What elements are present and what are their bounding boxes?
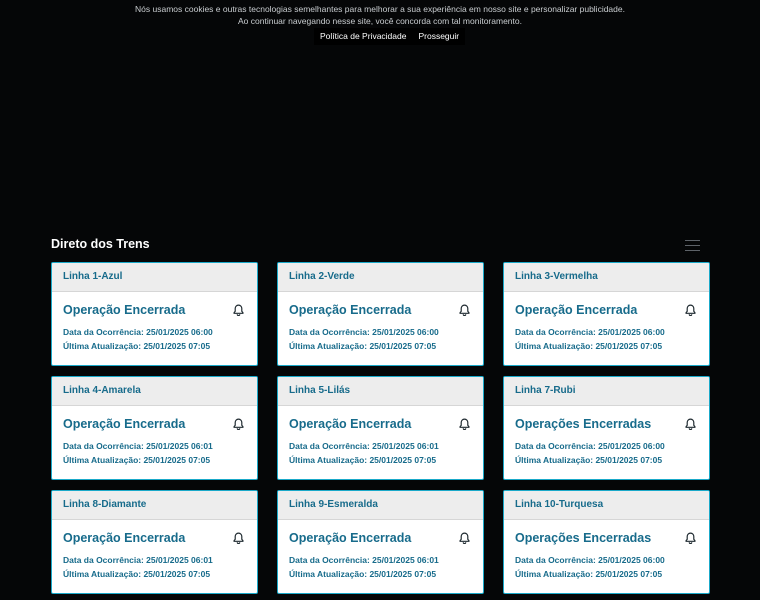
bell-icon[interactable] <box>233 418 244 430</box>
cookie-notice-text-continued: Ao continuar navegando nesse site, você … <box>238 16 522 26</box>
cookie-actions: Política de Privacidade Prosseguir <box>314 28 466 45</box>
line-card[interactable]: Linha 7-Rubi Operações Encerradas Data d… <box>503 376 710 480</box>
hamburger-menu-icon[interactable] <box>685 239 700 251</box>
bell-icon[interactable] <box>685 418 696 430</box>
cookie-notice-text: Nós usamos cookies e outras tecnologias … <box>135 4 625 14</box>
line-card[interactable]: Linha 3-Vermelha Operação Encerrada Data… <box>503 262 710 366</box>
occurrence-date: Data da Ocorrência: 25/01/2025 06:01 <box>289 555 439 565</box>
line-name: Linha 7-Rubi <box>504 377 709 406</box>
occurrence-date: Data da Ocorrência: 25/01/2025 06:00 <box>63 327 213 337</box>
last-update: Última Atualização: 25/01/2025 07:05 <box>63 341 211 351</box>
last-update: Última Atualização: 25/01/2025 07:05 <box>515 569 663 579</box>
bell-icon[interactable] <box>233 532 244 544</box>
privacy-policy-link[interactable]: Política de Privacidade <box>314 28 412 45</box>
train-lines-grid: Linha 1-Azul Operação Encerrada Data da … <box>51 262 710 594</box>
line-status: Operação Encerrada <box>63 531 186 545</box>
proceed-button[interactable]: Prosseguir <box>412 28 465 45</box>
line-name: Linha 5-Lilás <box>278 377 483 406</box>
line-status: Operações Encerradas <box>515 417 652 431</box>
line-status: Operação Encerrada <box>63 303 186 317</box>
occurrence-date: Data da Ocorrência: 25/01/2025 06:01 <box>289 441 439 451</box>
bell-icon[interactable] <box>459 304 470 316</box>
line-name: Linha 9-Esmeralda <box>278 491 483 520</box>
line-name: Linha 10-Turquesa <box>504 491 709 520</box>
line-name: Linha 4-Amarela <box>52 377 257 406</box>
line-status: Operação Encerrada <box>289 303 412 317</box>
last-update: Última Atualização: 25/01/2025 07:05 <box>515 341 663 351</box>
last-update: Última Atualização: 25/01/2025 07:05 <box>289 569 437 579</box>
last-update: Última Atualização: 25/01/2025 07:05 <box>289 341 437 351</box>
line-status: Operação Encerrada <box>289 531 412 545</box>
line-card[interactable]: Linha 8-Diamante Operação Encerrada Data… <box>51 490 258 594</box>
page-title: Direto dos Trens <box>51 237 150 251</box>
cookie-banner: Nós usamos cookies e outras tecnologias … <box>0 0 760 48</box>
line-card[interactable]: Linha 5-Lilás Operação Encerrada Data da… <box>277 376 484 480</box>
bell-icon[interactable] <box>459 532 470 544</box>
bell-icon[interactable] <box>685 532 696 544</box>
line-name: Linha 1-Azul <box>52 263 257 292</box>
line-card[interactable]: Linha 9-Esmeralda Operação Encerrada Dat… <box>277 490 484 594</box>
line-card[interactable]: Linha 4-Amarela Operação Encerrada Data … <box>51 376 258 480</box>
line-card[interactable]: Linha 2-Verde Operação Encerrada Data da… <box>277 262 484 366</box>
occurrence-date: Data da Ocorrência: 25/01/2025 06:01 <box>63 441 213 451</box>
bell-icon[interactable] <box>459 418 470 430</box>
occurrence-date: Data da Ocorrência: 25/01/2025 06:01 <box>63 555 213 565</box>
line-card[interactable]: Linha 1-Azul Operação Encerrada Data da … <box>51 262 258 366</box>
last-update: Última Atualização: 25/01/2025 07:05 <box>515 455 663 465</box>
last-update: Última Atualização: 25/01/2025 07:05 <box>289 455 437 465</box>
bell-icon[interactable] <box>685 304 696 316</box>
occurrence-date: Data da Ocorrência: 25/01/2025 06:00 <box>289 327 439 337</box>
line-name: Linha 8-Diamante <box>52 491 257 520</box>
last-update: Última Atualização: 25/01/2025 07:05 <box>63 569 211 579</box>
last-update: Última Atualização: 25/01/2025 07:05 <box>63 455 211 465</box>
bell-icon[interactable] <box>233 304 244 316</box>
line-name: Linha 2-Verde <box>278 263 483 292</box>
line-name: Linha 3-Vermelha <box>504 263 709 292</box>
line-status: Operações Encerradas <box>515 531 652 545</box>
line-status: Operação Encerrada <box>63 417 186 431</box>
occurrence-date: Data da Ocorrência: 25/01/2025 06:00 <box>515 441 665 451</box>
line-status: Operação Encerrada <box>289 417 412 431</box>
line-status: Operação Encerrada <box>515 303 638 317</box>
occurrence-date: Data da Ocorrência: 25/01/2025 06:00 <box>515 327 665 337</box>
occurrence-date: Data da Ocorrência: 25/01/2025 06:00 <box>515 555 665 565</box>
line-card[interactable]: Linha 10-Turquesa Operações Encerradas D… <box>503 490 710 594</box>
